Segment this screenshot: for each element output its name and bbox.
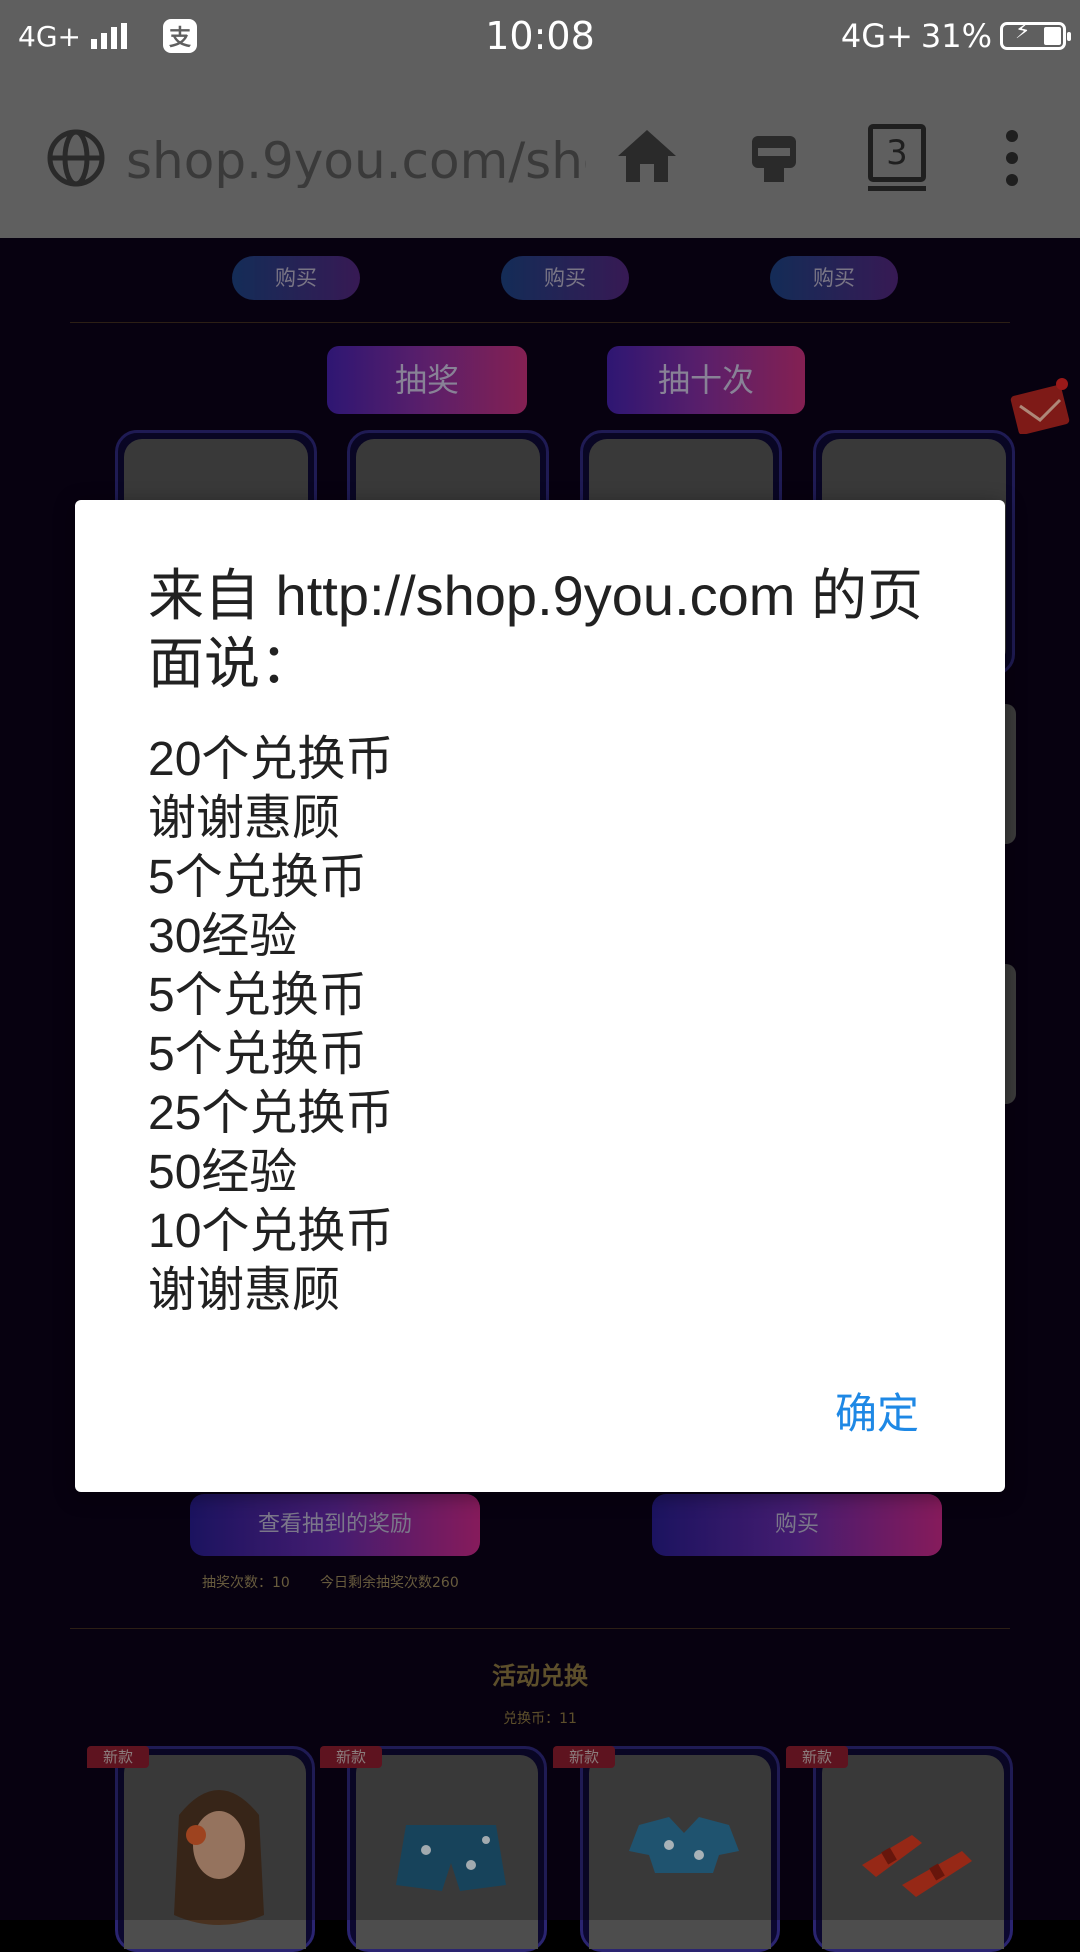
robot-icon[interactable] <box>744 126 804 186</box>
dialog-line: 20个兑换币 <box>148 733 394 786</box>
browser-toolbar: shop.9you.com/shop 3 <box>0 74 1080 238</box>
battery-fill <box>1044 27 1061 45</box>
dialog-line: 谢谢惠顾 <box>148 1264 341 1317</box>
battery-percent: 31% <box>920 17 992 55</box>
battery-icon: ⚡ <box>1000 19 1071 50</box>
network-type-right: 4G+ <box>840 17 913 55</box>
status-right: 4G+ 31% ⚡ <box>840 14 1071 58</box>
more-menu-icon[interactable] <box>1006 130 1020 186</box>
address-bar[interactable]: shop.9you.com/shop <box>126 132 586 188</box>
alert-dialog: 来自 http://shop.9you.com 的页面说： 20个兑换币 谢谢惠… <box>75 500 1005 1492</box>
dialog-title: 来自 http://shop.9you.com 的页面说： <box>148 564 923 695</box>
dialog-line: 谢谢惠顾 <box>148 792 341 845</box>
dialog-line: 5个兑换币 <box>148 1028 367 1081</box>
dialog-line: 25个兑换币 <box>148 1087 394 1140</box>
charging-icon: ⚡ <box>1015 19 1031 44</box>
dialog-line: 50经验 <box>148 1146 298 1199</box>
dialog-line: 5个兑换币 <box>148 851 367 904</box>
dialog-message: 20个兑换币 谢谢惠顾 5个兑换币 30经验 5个兑换币 5个兑换币 25个兑换… <box>148 730 928 1320</box>
home-icon[interactable] <box>614 126 680 186</box>
globe-icon[interactable] <box>46 128 106 188</box>
tabs-button[interactable]: 3 <box>868 124 926 182</box>
dialog-line: 5个兑换币 <box>148 969 367 1022</box>
dialog-line: 10个兑换币 <box>148 1205 394 1258</box>
ok-button[interactable]: 确定 <box>835 1380 919 1441</box>
status-bar: 4G+ 支 10:08 4G+ 31% ⚡ <box>0 0 1080 74</box>
tabs-underline <box>868 186 926 191</box>
dialog-line: 30经验 <box>148 910 298 963</box>
